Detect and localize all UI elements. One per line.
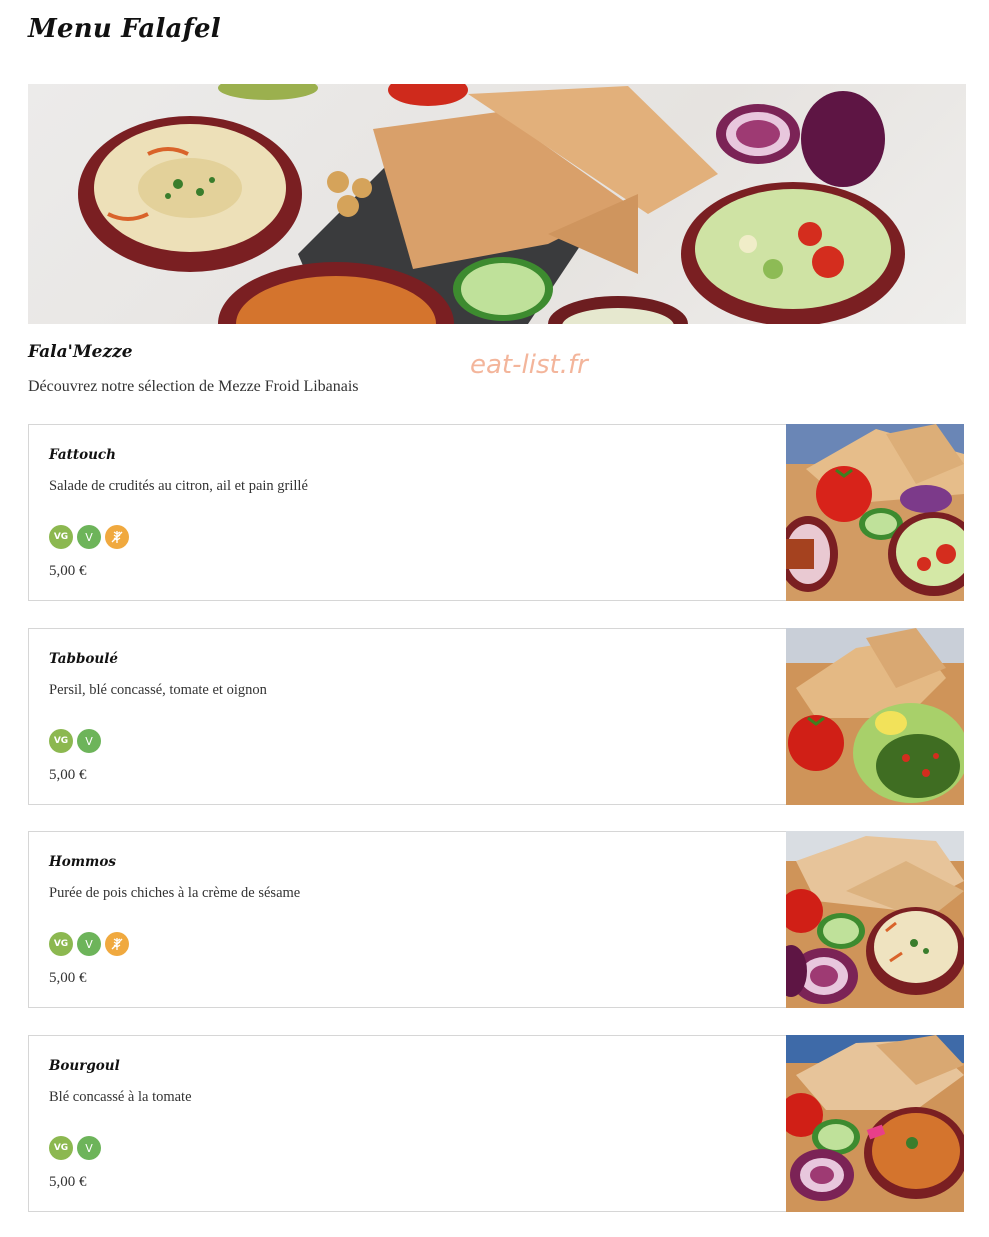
item-image: [786, 424, 964, 601]
section-title: Fala'Mezze: [28, 342, 133, 362]
diet-badges: VG V: [49, 1136, 101, 1160]
diet-badges: VG V: [49, 932, 129, 956]
vegan-badge-icon: VG: [49, 932, 73, 956]
vegan-badge-icon: VG: [49, 729, 73, 753]
hero-banner-image: [28, 84, 966, 324]
item-description: Persil, blé concassé, tomate et oignon: [49, 682, 267, 698]
gluten-free-badge-icon: [105, 932, 129, 956]
item-price: 5,00 €: [49, 970, 87, 986]
vegetarian-badge-icon: V: [77, 525, 101, 549]
item-name: Hommos: [49, 854, 116, 870]
item-image: [786, 628, 964, 805]
menu-item-card[interactable]: Bourgoul Blé concassé à la tomate VG V 5…: [28, 1035, 964, 1212]
item-price: 5,00 €: [49, 767, 87, 783]
vegetarian-badge-icon: V: [77, 1136, 101, 1160]
item-image: [786, 831, 964, 1008]
menu-item-card[interactable]: Fattouch Salade de crudités au citron, a…: [28, 424, 964, 601]
page-title: Menu Falafel: [28, 14, 221, 44]
item-price: 5,00 €: [49, 563, 87, 579]
diet-badges: VG V: [49, 525, 129, 549]
diet-badges: VG V: [49, 729, 101, 753]
menu-item-card[interactable]: Hommos Purée de pois chiches à la crème …: [28, 831, 964, 1008]
item-description: Blé concassé à la tomate: [49, 1089, 192, 1105]
vegan-badge-icon: VG: [49, 1136, 73, 1160]
vegetarian-badge-icon: V: [77, 932, 101, 956]
item-description: Salade de crudités au citron, ail et pai…: [49, 478, 308, 494]
section-description: Découvrez notre sélection de Mezze Froid…: [28, 378, 359, 395]
item-name: Fattouch: [49, 447, 116, 463]
menu-item-card[interactable]: Tabboulé Persil, blé concassé, tomate et…: [28, 628, 964, 805]
vegan-badge-icon: VG: [49, 525, 73, 549]
watermark: eat-list.fr: [470, 350, 588, 380]
item-price: 5,00 €: [49, 1174, 87, 1190]
gluten-free-badge-icon: [105, 525, 129, 549]
item-description: Purée de pois chiches à la crème de sésa…: [49, 885, 301, 901]
item-name: Tabboulé: [49, 651, 118, 667]
vegetarian-badge-icon: V: [77, 729, 101, 753]
item-image: [786, 1035, 964, 1212]
item-name: Bourgoul: [49, 1058, 120, 1074]
